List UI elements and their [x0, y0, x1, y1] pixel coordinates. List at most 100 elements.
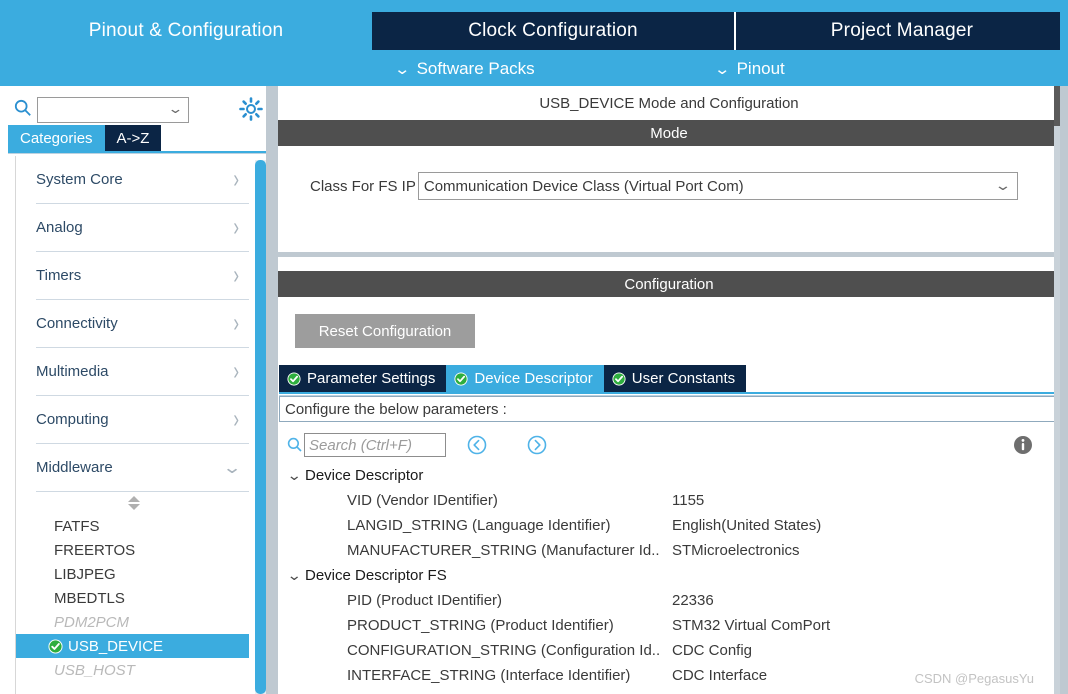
list-item-label: USB_DEVICE — [68, 637, 164, 655]
top-bar: Pinout & Configuration Clock Configurati… — [0, 0, 1068, 86]
sidebar-item-computing[interactable]: Computing › — [36, 396, 249, 444]
subtab-pinout[interactable]: ⌄ Pinout — [713, 52, 785, 86]
parameter-value: STMicroelectronics — [672, 542, 800, 559]
subtab-label: Software Packs — [416, 59, 535, 78]
chevron-down-icon: ⌄ — [286, 467, 302, 483]
table-row[interactable]: PID (Product IDentifier) 22336 — [279, 588, 1058, 613]
tab-project-manager[interactable]: Project Manager — [736, 12, 1068, 50]
sidebar-tab-label: A->Z — [116, 129, 150, 147]
category-label: Connectivity — [36, 315, 118, 332]
chevron-down-icon: ⌄ — [713, 60, 731, 78]
tab-parameter-settings[interactable]: Parameter Settings — [279, 365, 447, 392]
check-circle-icon — [612, 371, 626, 386]
list-item-label: FATFS — [54, 517, 100, 535]
tab-pinout-configuration[interactable]: Pinout & Configuration — [0, 12, 372, 50]
list-item-label: FREERTOS — [54, 541, 136, 559]
table-row[interactable]: CONFIGURATION_STRING (Configuration Id..… — [279, 638, 1058, 663]
search-input-wrapper[interactable] — [304, 433, 446, 457]
subtab-software-packs[interactable]: ⌄ Software Packs — [394, 52, 535, 86]
sub-tab-strip: ⌄ Software Packs ⌄ Pinout — [0, 52, 1068, 86]
sidebar-item-connectivity[interactable]: Connectivity › — [36, 300, 249, 348]
class-for-fs-ip-select[interactable]: Communication Device Class (Virtual Port… — [417, 172, 1018, 200]
list-item-freertos[interactable]: FREERTOS — [16, 538, 253, 562]
watermark: CSDN @PegasusYu — [914, 671, 1034, 686]
main-tab-strip: Pinout & Configuration Clock Configurati… — [0, 12, 1068, 50]
parameter-value: CDC Config — [672, 642, 753, 659]
sidebar-tab-underline — [8, 151, 270, 154]
list-item-usb-host[interactable]: USB_HOST — [16, 658, 253, 682]
tree-group-label: Device Descriptor FS — [305, 567, 447, 584]
list-item-label: MBEDTLS — [54, 589, 125, 607]
sidebar-tab-label: Categories — [20, 129, 93, 147]
configuration-section-body: Reset Configuration Parameter Settings D… — [278, 297, 1060, 694]
sidebar-scrollbar-thumb[interactable] — [255, 160, 266, 694]
sidebar-tab-a-to-z[interactable]: A->Z — [104, 125, 162, 151]
parameter-value: CDC Interface — [672, 667, 768, 684]
chevron-right-icon: › — [233, 356, 239, 386]
chevron-right-icon: › — [233, 260, 239, 290]
tab-label: Parameter Settings — [307, 370, 436, 387]
list-item-mbedtls[interactable]: MBEDTLS — [16, 586, 253, 610]
panel-divider — [266, 86, 278, 694]
parameter-value: 22336 — [672, 592, 714, 609]
circle-right-arrow-icon[interactable] — [527, 435, 547, 455]
class-for-fs-ip-row: Class For FS IP Communication Device Cla… — [310, 172, 1018, 200]
sidebar-item-analog[interactable]: Analog › — [36, 204, 249, 252]
splitter-grip-icon[interactable] — [128, 496, 141, 510]
tab-device-descriptor[interactable]: Device Descriptor — [446, 365, 604, 392]
class-for-fs-ip-label: Class For FS IP — [310, 177, 416, 195]
chevron-down-icon: ⌄ — [286, 567, 302, 583]
sidebar-splitter[interactable] — [16, 492, 253, 514]
table-row[interactable]: VID (Vendor IDentifier) 1155 — [279, 488, 1058, 513]
sidebar-search-row: ⌄ — [0, 92, 270, 126]
reset-configuration-label: Reset Configuration — [318, 322, 452, 340]
parameter-value: English(United States) — [672, 517, 822, 534]
tab-user-constants[interactable]: User Constants — [603, 365, 747, 392]
info-circle-icon[interactable] — [1013, 435, 1033, 455]
sidebar-search-combo[interactable]: ⌄ — [37, 97, 189, 123]
sidebar-item-system-core[interactable]: System Core › — [36, 156, 249, 204]
configure-parameters-banner: Configure the below parameters : — [279, 396, 1058, 422]
chevron-down-icon: ⌄ — [221, 457, 242, 477]
parameter-tree: ⌄ Device Descriptor VID (Vendor IDentifi… — [279, 463, 1058, 694]
tab-label: Device Descriptor — [474, 370, 593, 387]
chevron-right-icon: › — [233, 212, 239, 242]
mode-configuration-divider — [278, 252, 1060, 257]
table-row[interactable]: MANUFACTURER_STRING (Manufacturer Id.. S… — [279, 538, 1058, 563]
table-row[interactable]: PRODUCT_STRING (Product Identifier) STM3… — [279, 613, 1058, 638]
page-title: USB_DEVICE Mode and Configuration — [278, 86, 1060, 120]
list-item-label: LIBJPEG — [54, 565, 116, 583]
sidebar-item-middleware[interactable]: Middleware ⌄ — [36, 444, 249, 492]
list-item-label: USB_HOST — [54, 661, 135, 679]
gear-icon[interactable] — [239, 97, 263, 121]
reset-configuration-button[interactable]: Reset Configuration — [295, 314, 475, 348]
chevron-down-icon: ⌄ — [167, 101, 184, 116]
configuration-section-title: Configuration — [624, 275, 714, 293]
tree-group-label: Device Descriptor — [305, 467, 424, 484]
search-input[interactable] — [305, 434, 445, 456]
list-item-usb-device[interactable]: USB_DEVICE — [16, 634, 249, 658]
parameter-value: 1155 — [672, 492, 705, 509]
list-item-libjpeg[interactable]: LIBJPEG — [16, 562, 253, 586]
category-list: System Core › Analog › Timers › Connecti… — [15, 156, 253, 694]
tab-clock-configuration[interactable]: Clock Configuration — [372, 12, 736, 50]
sidebar-scrollbar[interactable] — [255, 160, 266, 694]
tab-label: Pinout & Configuration — [88, 20, 284, 41]
list-item-pdm2pcm[interactable]: PDM2PCM — [16, 610, 253, 634]
circle-left-arrow-icon[interactable] — [467, 435, 487, 455]
class-for-fs-ip-value: Communication Device Class (Virtual Port… — [423, 177, 744, 195]
list-item-fatfs[interactable]: FATFS — [16, 514, 253, 538]
sidebar-tab-categories[interactable]: Categories — [8, 125, 105, 151]
sidebar-item-timers[interactable]: Timers › — [36, 252, 249, 300]
tab-label: User Constants — [631, 370, 736, 387]
parameter-name: MANUFACTURER_STRING (Manufacturer Id.. — [347, 542, 660, 559]
table-row[interactable]: LANGID_STRING (Language Identifier) Engl… — [279, 513, 1058, 538]
stm32cubemx-window: Pinout & Configuration Clock Configurati… — [0, 0, 1068, 694]
tree-group-device-descriptor[interactable]: ⌄ Device Descriptor — [279, 463, 1058, 488]
sidebar-item-multimedia[interactable]: Multimedia › — [36, 348, 249, 396]
check-circle-icon — [287, 371, 301, 386]
tree-group-device-descriptor-fs[interactable]: ⌄ Device Descriptor FS — [279, 563, 1058, 588]
configuration-section: Configuration Reset Configuration Parame… — [278, 271, 1060, 694]
chevron-right-icon: › — [233, 164, 239, 194]
tab-label: Project Manager — [830, 20, 974, 41]
